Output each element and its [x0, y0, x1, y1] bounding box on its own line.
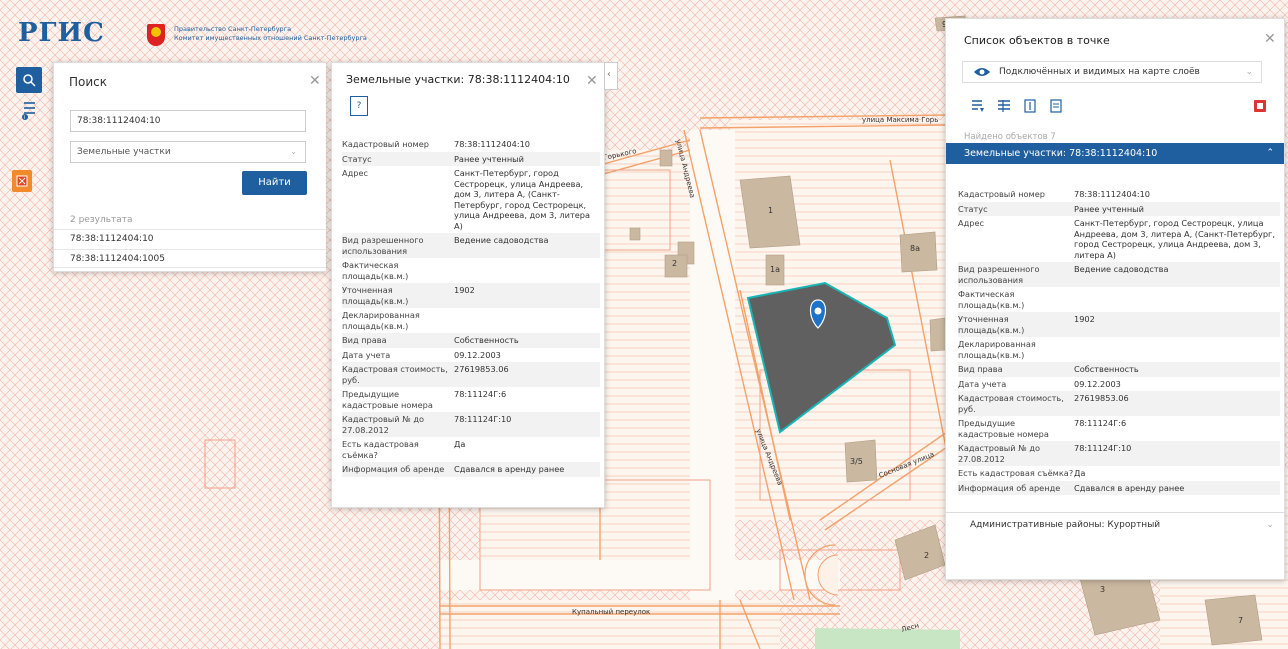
help-icon[interactable]: ?	[350, 96, 368, 116]
admin-district-label: Административные районы: Курортный	[970, 520, 1161, 530]
info-row: Адрес Санкт-Петербург, город Сестрорецк, …	[958, 218, 1275, 260]
layer-select[interactable]: Земельные участки ⌄	[70, 141, 306, 163]
info-row: Уточненная площадь(кв.м.) 1902	[958, 312, 1280, 337]
spb-layer-button[interactable]	[12, 170, 32, 192]
result-item[interactable]: 78:38:1112404:1005	[54, 249, 326, 268]
layers-tool-button[interactable]: i	[16, 97, 42, 123]
street-label-kupalny: Купальный переулок	[572, 608, 650, 616]
info-row: Информация об аренде Сдавался в аренду ра…	[342, 462, 600, 477]
info-row: Вид разрешенного использования Ведение са…	[958, 262, 1280, 287]
info-row: Декларированная площадь(кв.м.)	[342, 310, 420, 331]
document-icon	[1050, 99, 1062, 113]
info-row: Вид права Собственность	[342, 333, 600, 348]
fit-height-button[interactable]	[1020, 96, 1040, 116]
info-row: Адрес Санкт-Петербург, город Сестрорецк, …	[342, 168, 590, 231]
collapse-panel-tab[interactable]: ‹	[604, 62, 618, 90]
chevron-left-icon: ‹	[607, 69, 611, 80]
result-item[interactable]: 78:38:1112404:10	[54, 229, 326, 248]
info-row: Информация об аренде Сдавался в аренду ра…	[958, 480, 1280, 495]
info-row: Предыдущие кадастровые номера 78:11124Г:6	[342, 389, 507, 410]
eye-icon	[974, 68, 990, 76]
document-button[interactable]	[1046, 96, 1066, 116]
chevron-down-icon: ⌄	[290, 147, 297, 156]
search-panel-title: Поиск	[69, 75, 108, 89]
building-label-1: 1	[768, 206, 773, 215]
search-icon	[23, 74, 36, 87]
spb-emblem-icon	[147, 24, 165, 46]
info-row: Вид права Собственность	[958, 362, 1280, 377]
section-header[interactable]: Земельные участки: 78:38:1112404:10 ⌃	[946, 143, 1284, 164]
emblem-icon	[16, 175, 28, 187]
close-objects-icon[interactable]: ✕	[1264, 31, 1276, 47]
search-input[interactable]: 78:38:1112404:10	[70, 110, 306, 132]
building-label-3-5: 3/5	[850, 457, 863, 466]
layer-select-value: Земельные участки	[77, 147, 171, 157]
building-label-8a: 8а	[910, 244, 920, 253]
list-down-icon	[972, 100, 984, 112]
objects-panel: Список объектов в точке ✕ Подключённых и…	[945, 18, 1285, 580]
building-label-2b: 2	[924, 551, 929, 560]
chevron-down-icon: ⌄	[1245, 67, 1253, 77]
chevron-down-icon: ⌄	[1266, 520, 1274, 530]
info-row: Уточненная площадь(кв.м.) 1902	[342, 283, 600, 308]
info-row: Вид разрешенного использования Ведение са…	[342, 233, 600, 258]
info-row: Дата учета 09.12.2003	[958, 378, 1121, 389]
building-label-1a: 1а	[770, 265, 780, 274]
org-line-1: Правительство Санкт-Петербурга	[174, 25, 292, 33]
info-row: Кадастровая стоимость, руб. 27619853.06	[342, 362, 600, 387]
chevron-up-icon: ⌃	[1266, 148, 1274, 158]
info-table: Кадастровый номер 78:38:1112404:10 Статус…	[342, 137, 600, 477]
info-row: Статус Ранее учтенный	[342, 151, 600, 166]
org-line-2: Комитет имущественных отношений Санкт-Пе…	[174, 34, 367, 42]
expand-all-button[interactable]	[968, 96, 988, 116]
pdf-icon	[1254, 100, 1266, 112]
street-label-maksima-gorkogo: улица Максима Горь	[862, 116, 938, 124]
fit-icon	[1024, 99, 1036, 113]
layers-filter-value: Подключённых и видимых на карте слоёв	[999, 67, 1200, 77]
info-row: Дата учета 09.12.2003	[342, 349, 501, 360]
info-panel-title: Земельные участки: 78:38:1112404:10	[346, 73, 570, 86]
info-row: Есть кадастровая съёмка? Да	[958, 468, 1086, 478]
search-panel: Поиск ✕ 78:38:1112404:10 Земельные участ…	[53, 62, 326, 272]
layers-filter-select[interactable]: Подключённых и видимых на карте слоёв ⌄	[962, 61, 1262, 83]
info-row: Фактическая площадь(кв.м.)	[958, 289, 1025, 310]
object-info-panel: Земельные участки: 78:38:1112404:10 ✕ ? …	[331, 62, 605, 508]
svg-text:i: i	[24, 115, 25, 121]
table-icon	[998, 100, 1010, 112]
table-view-button[interactable]	[994, 96, 1014, 116]
info-row: Статус Ранее учтенный	[958, 201, 1280, 216]
info-row: Декларированная площадь(кв.м.)	[958, 339, 1036, 360]
rgis-logo[interactable]: РГИС	[18, 18, 105, 48]
info-row: Кадастровый номер 78:38:1112404:10	[958, 189, 1150, 199]
logo-text: РГИС	[18, 18, 105, 48]
admin-district-item[interactable]: Административные районы: Курортный ⌄	[946, 512, 1284, 537]
found-count: Найдено объектов 7	[964, 132, 1056, 142]
section-header-title: Земельные участки: 78:38:1112404:10	[964, 148, 1158, 159]
building-label-3: 3	[1100, 585, 1105, 594]
results-count: 2 результата	[70, 215, 133, 225]
info-row: Кадастровый номер 78:38:1112404:10	[342, 139, 530, 149]
layers-list-icon: i	[22, 102, 35, 121]
objects-info-table: Кадастровый номер 78:38:1112404:10 Статус…	[958, 187, 1280, 495]
close-info-icon[interactable]: ✕	[586, 73, 598, 89]
info-row: Предыдущие кадастровые номера 78:11124Г:6	[958, 418, 1127, 439]
info-row: Фактическая площадь(кв.м.)	[342, 260, 409, 281]
objects-panel-title: Список объектов в точке	[964, 34, 1110, 47]
info-row: Кадастровый № до 27.08.2012 78:11124Г:10	[958, 441, 1280, 466]
building-label-7: 7	[1238, 616, 1243, 625]
info-row: Есть кадастровая съёмка? Да	[342, 439, 466, 460]
pdf-export-button[interactable]	[1250, 96, 1270, 116]
header: РГИС Правительство Санкт-Петербурга Коми…	[0, 0, 400, 58]
info-row: Кадастровый № до 27.08.2012 78:11124Г:10	[342, 412, 600, 437]
info-row: Кадастровая стоимость, руб. 27619853.06	[958, 391, 1280, 416]
search-tool-button[interactable]	[16, 67, 42, 93]
building-label-2: 2	[672, 259, 677, 268]
close-search-icon[interactable]: ✕	[309, 73, 321, 89]
find-button[interactable]: Найти	[242, 171, 307, 195]
